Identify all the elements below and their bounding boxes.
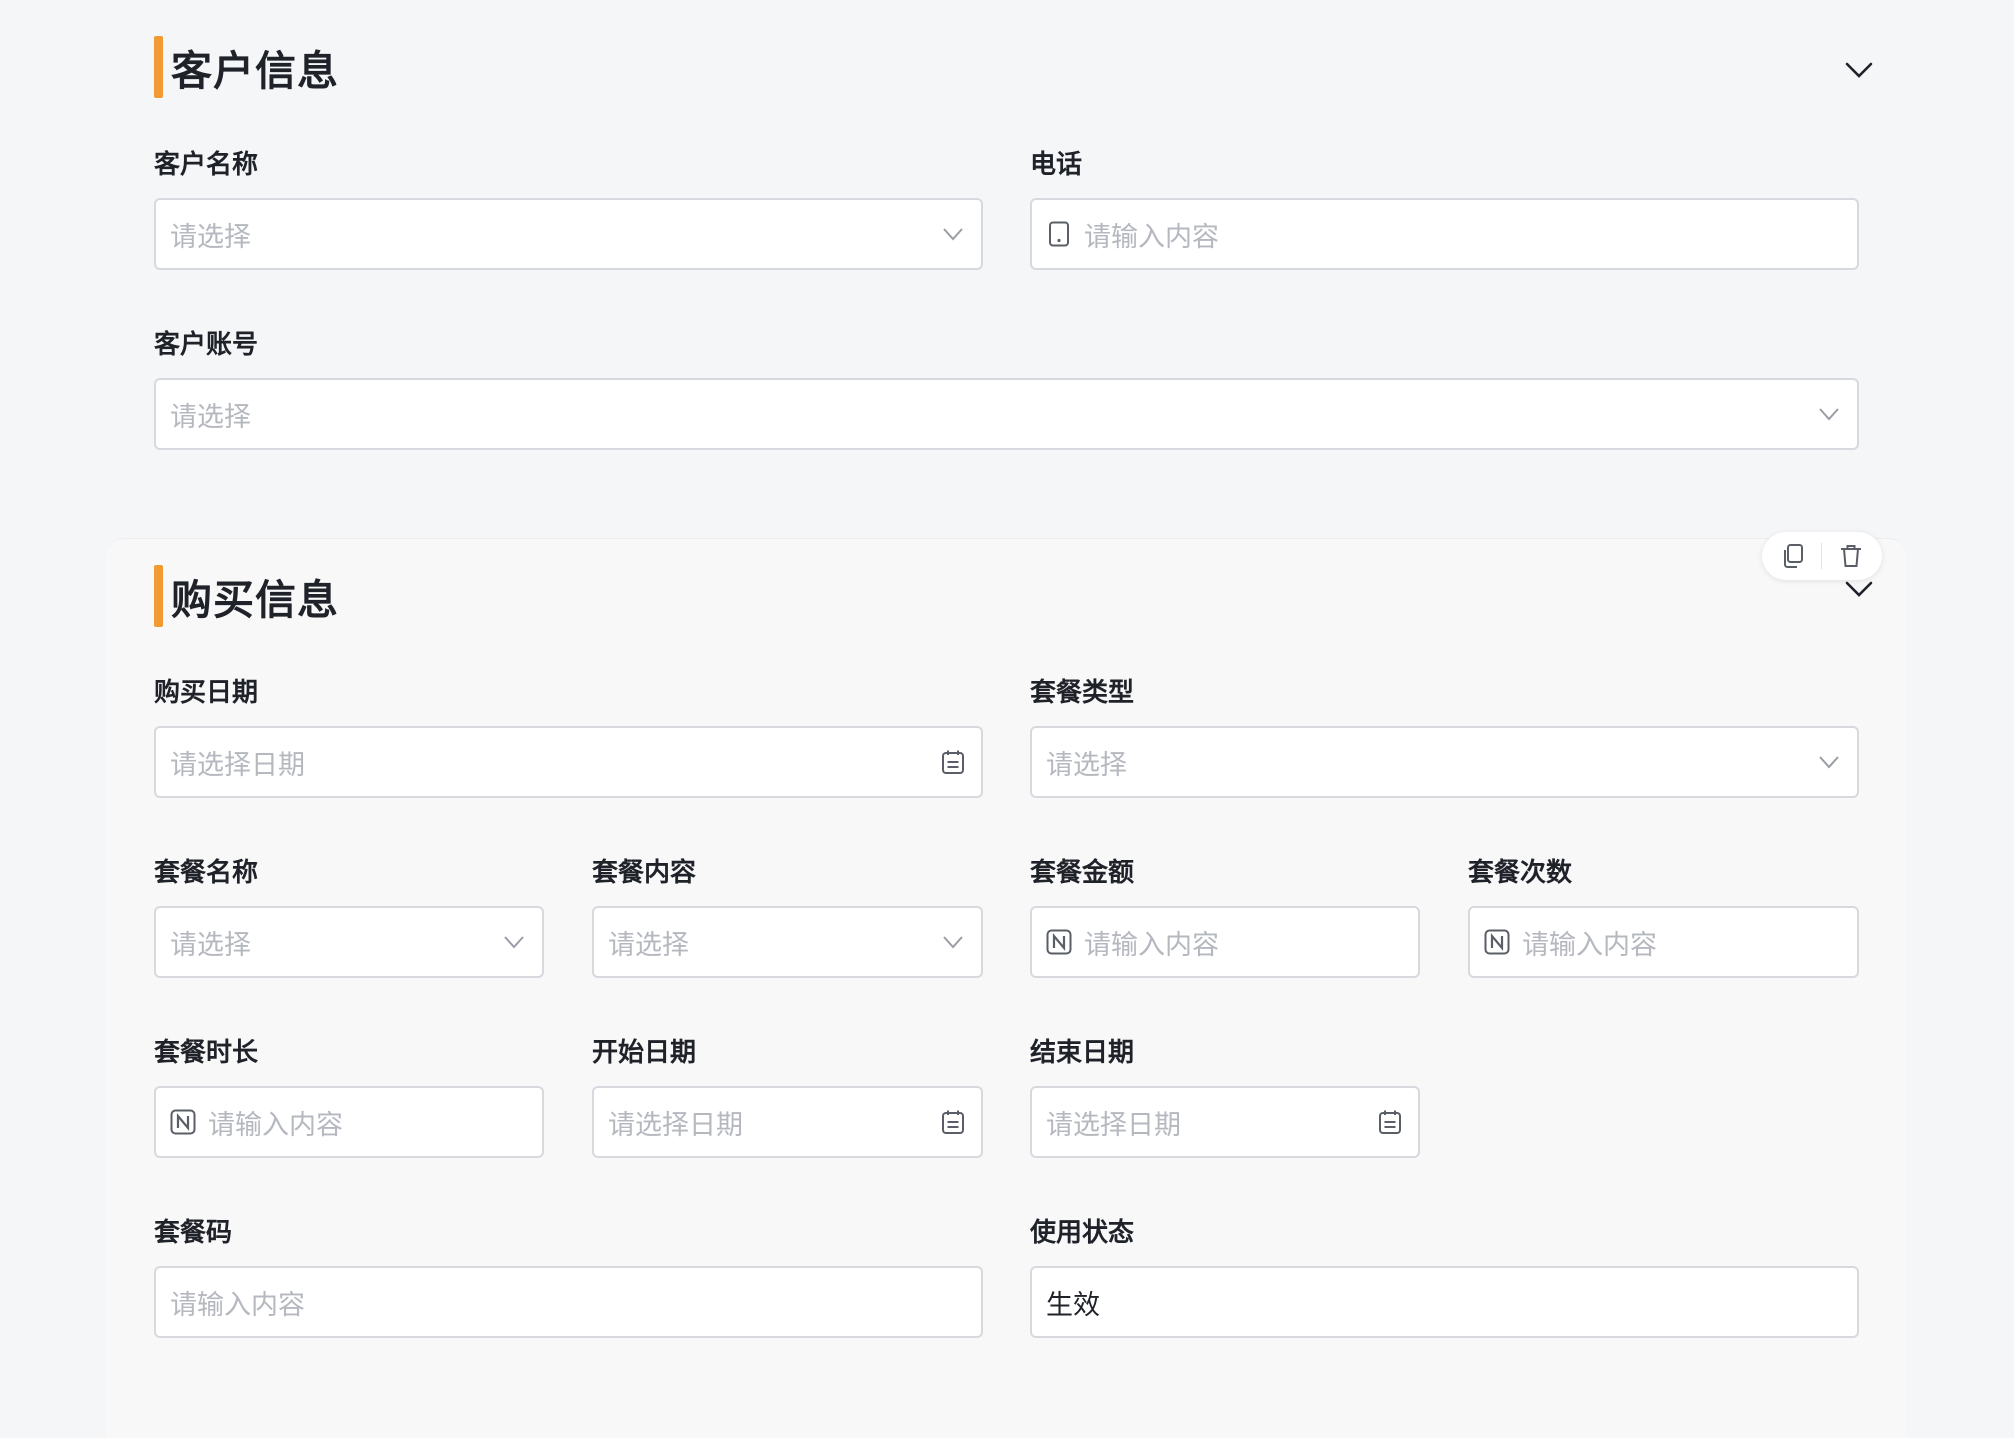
package-type-placeholder: 请选择 xyxy=(1046,749,1127,781)
copy-icon xyxy=(1783,544,1803,568)
customer-info-title: 客户信息 xyxy=(171,47,339,95)
calendar-icon xyxy=(1376,1108,1404,1136)
customer-name-label: 客户名称 xyxy=(154,150,259,180)
package-name-label: 套餐名称 xyxy=(154,858,259,888)
chevron-down-icon xyxy=(500,928,528,956)
package-type-select[interactable]: 请选择 xyxy=(1030,726,1859,798)
package-count-placeholder: 请输入内容 xyxy=(1522,929,1657,961)
package-count-label: 套餐次数 xyxy=(1468,858,1573,888)
section-title: 客户信息 xyxy=(154,36,339,98)
package-amount-placeholder: 请输入内容 xyxy=(1084,929,1219,961)
phone-placeholder: 请输入内容 xyxy=(1084,221,1219,253)
number-icon xyxy=(1046,929,1072,955)
package-code-label: 套餐码 xyxy=(154,1218,233,1248)
package-duration-placeholder: 请输入内容 xyxy=(208,1109,343,1141)
section-title: 购买信息 xyxy=(154,565,339,627)
chevron-down-icon xyxy=(1845,581,1873,597)
purchase-date-picker[interactable]: 请选择日期 xyxy=(154,726,983,798)
customer-name-placeholder: 请选择 xyxy=(170,221,251,253)
package-count-input[interactable]: 请输入内容 xyxy=(1468,906,1859,978)
chevron-down-icon xyxy=(1815,400,1843,428)
number-icon xyxy=(1484,929,1510,955)
chevron-down-icon xyxy=(939,220,967,248)
customer-info-section: 客户信息 xyxy=(106,12,1907,538)
end-date-label: 结束日期 xyxy=(1030,1038,1135,1068)
package-name-placeholder: 请选择 xyxy=(170,929,251,961)
customer-name-select[interactable]: 请选择 xyxy=(154,198,983,270)
purchase-info-title: 购买信息 xyxy=(171,576,339,624)
package-duration-input[interactable]: 请输入内容 xyxy=(154,1086,544,1158)
usage-status-value: 生效 xyxy=(1046,1289,1100,1321)
copy-button[interactable] xyxy=(1776,539,1810,573)
start-date-label: 开始日期 xyxy=(592,1038,697,1068)
package-name-select[interactable]: 请选择 xyxy=(154,906,544,978)
start-date-picker[interactable]: 请选择日期 xyxy=(592,1086,983,1158)
chevron-down-icon xyxy=(939,928,967,956)
phone-icon xyxy=(1046,221,1072,247)
package-amount-label: 套餐金额 xyxy=(1030,858,1135,888)
start-date-placeholder: 请选择日期 xyxy=(608,1109,743,1141)
end-date-picker[interactable]: 请选择日期 xyxy=(1030,1086,1420,1158)
calendar-icon xyxy=(939,1108,967,1136)
purchase-date-label: 购买日期 xyxy=(154,678,259,708)
section-accent-bar xyxy=(154,565,163,627)
purchase-date-placeholder: 请选择日期 xyxy=(170,749,305,781)
customer-account-select[interactable]: 请选择 xyxy=(154,378,1859,450)
package-duration-label: 套餐时长 xyxy=(154,1038,259,1068)
customer-account-label: 客户账号 xyxy=(154,330,259,360)
calendar-icon xyxy=(939,748,967,776)
package-content-select[interactable]: 请选择 xyxy=(592,906,983,978)
package-amount-input[interactable]: 请输入内容 xyxy=(1030,906,1420,978)
phone-input[interactable]: 请输入内容 xyxy=(1030,198,1859,270)
section-toolbar xyxy=(1762,532,1882,580)
usage-status-label: 使用状态 xyxy=(1030,1218,1135,1248)
delete-button[interactable] xyxy=(1834,539,1868,573)
chevron-down-icon xyxy=(1845,62,1873,78)
section-accent-bar xyxy=(154,36,163,98)
package-code-input[interactable]: 请输入内容 xyxy=(154,1266,983,1338)
customer-account-placeholder: 请选择 xyxy=(170,401,251,433)
number-icon xyxy=(170,1109,196,1135)
end-date-placeholder: 请选择日期 xyxy=(1046,1109,1181,1141)
package-content-placeholder: 请选择 xyxy=(608,929,689,961)
package-code-placeholder: 请输入内容 xyxy=(170,1289,305,1321)
package-type-label: 套餐类型 xyxy=(1030,678,1135,708)
package-content-label: 套餐内容 xyxy=(592,858,697,888)
phone-label: 电话 xyxy=(1030,150,1083,180)
usage-status-input[interactable]: 生效 xyxy=(1030,1266,1859,1338)
trash-icon xyxy=(1841,545,1862,567)
toolbar-divider xyxy=(1821,543,1823,569)
collapse-customer-button[interactable] xyxy=(1841,52,1877,88)
chevron-down-icon xyxy=(1815,748,1843,776)
